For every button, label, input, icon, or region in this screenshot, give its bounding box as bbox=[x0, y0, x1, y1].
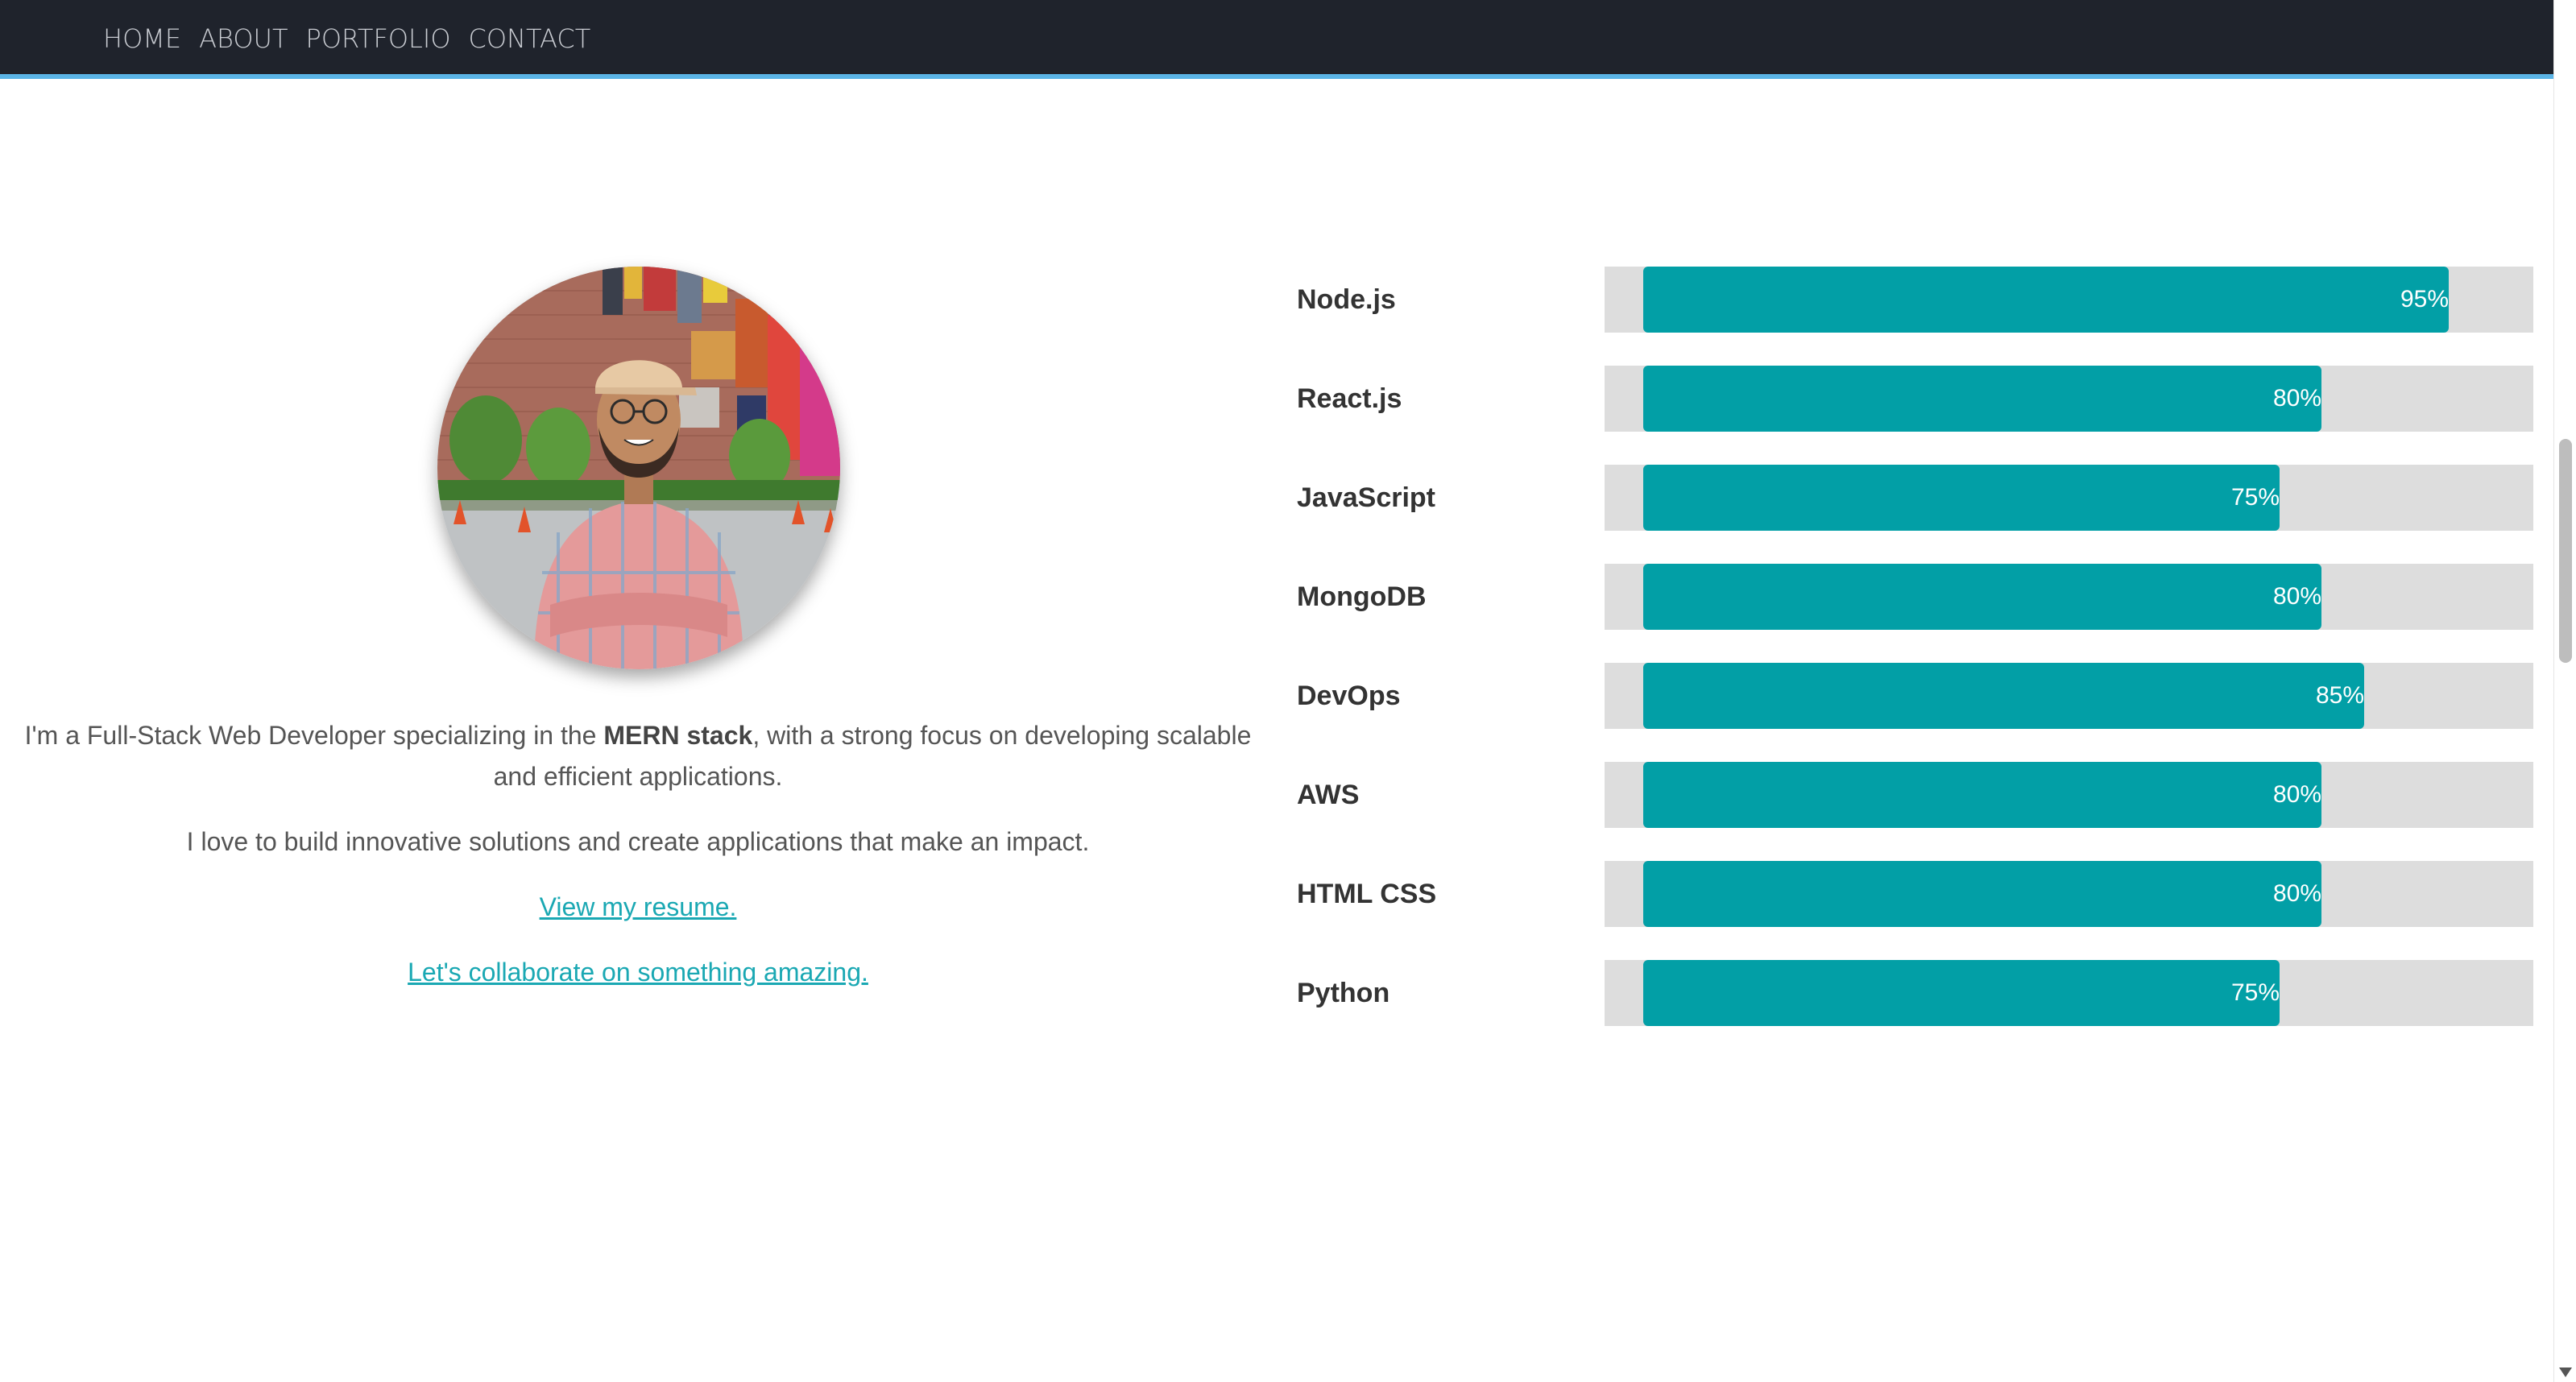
skill-row: Node.js 95% bbox=[1297, 267, 2533, 333]
page: HOME ABOUT PORTFOLIO CONTACT I'm a Full-… bbox=[0, 0, 2576, 1382]
nav-about[interactable]: ABOUT bbox=[199, 21, 288, 56]
skill-bar-fill: 75% bbox=[1643, 465, 2280, 531]
skill-name: JavaScript bbox=[1297, 482, 1435, 513]
about-intro: I'm a Full-Stack Web Developer specializ… bbox=[0, 715, 1276, 797]
top-navbar: HOME ABOUT PORTFOLIO CONTACT bbox=[0, 0, 2553, 79]
skill-name: MongoDB bbox=[1297, 581, 1427, 612]
skill-bar-fill: 75% bbox=[1643, 960, 2280, 1026]
profile-photo bbox=[437, 267, 840, 669]
collaborate-link[interactable]: Let's collaborate on something amazing. bbox=[408, 958, 868, 987]
skill-bar-track: 80% bbox=[1605, 762, 2533, 828]
skill-bar-track: 80% bbox=[1605, 564, 2533, 630]
skill-percent: 85% bbox=[2315, 682, 2364, 709]
about-intro-start: I'm a Full-Stack Web Developer specializ… bbox=[24, 721, 604, 750]
skill-percent: 75% bbox=[2230, 484, 2280, 511]
skill-bar-fill: 80% bbox=[1643, 762, 2321, 828]
page-scrollbar[interactable] bbox=[2553, 0, 2576, 1382]
skill-bar-track: 80% bbox=[1605, 366, 2533, 432]
skill-percent: 75% bbox=[2230, 979, 2280, 1006]
scroll-down-arrow-icon[interactable] bbox=[2559, 1368, 2572, 1377]
skill-row: JavaScript 75% bbox=[1297, 465, 2533, 531]
skill-percent: 95% bbox=[2400, 286, 2449, 312]
skill-row: MongoDB 80% bbox=[1297, 564, 2533, 630]
skill-name: DevOps bbox=[1297, 681, 1401, 711]
nav-portfolio[interactable]: PORTFOLIO bbox=[306, 21, 451, 56]
skill-percent: 80% bbox=[2272, 385, 2321, 412]
skill-bar-fill: 95% bbox=[1643, 267, 2449, 333]
about-mission: I love to build innovative solutions and… bbox=[186, 827, 1090, 856]
skill-name: React.js bbox=[1297, 383, 1402, 414]
skill-bar-track: 85% bbox=[1605, 663, 2533, 729]
nav-contact[interactable]: CONTACT bbox=[469, 21, 591, 56]
skill-name: Python bbox=[1297, 978, 1390, 1008]
main-nav: HOME ABOUT PORTFOLIO CONTACT bbox=[103, 21, 590, 56]
skill-row: DevOps 85% bbox=[1297, 663, 2533, 729]
skill-percent: 80% bbox=[2272, 880, 2321, 907]
nav-home[interactable]: HOME bbox=[103, 21, 181, 56]
skill-bar-track: 75% bbox=[1605, 465, 2533, 531]
skill-bar-fill: 85% bbox=[1643, 663, 2364, 729]
skill-bar-track: 80% bbox=[1605, 861, 2533, 927]
skill-row: HTML CSS 80% bbox=[1297, 861, 2533, 927]
skill-bar-track: 95% bbox=[1605, 267, 2533, 333]
skill-row: Python 75% bbox=[1297, 960, 2533, 1026]
skill-row: React.js 80% bbox=[1297, 366, 2533, 432]
skills-list: Node.js 95% React.js 80% JavaScript 75% bbox=[1297, 267, 2533, 1059]
skill-percent: 80% bbox=[2272, 583, 2321, 610]
skill-bar-fill: 80% bbox=[1643, 861, 2321, 927]
resume-link[interactable]: View my resume. bbox=[540, 892, 737, 921]
skill-name: AWS bbox=[1297, 780, 1360, 810]
skill-percent: 80% bbox=[2272, 781, 2321, 808]
skill-bar-fill: 80% bbox=[1643, 366, 2321, 432]
skill-bar-fill: 80% bbox=[1643, 564, 2321, 630]
skill-bar-track: 75% bbox=[1605, 960, 2533, 1026]
skill-row: AWS 80% bbox=[1297, 762, 2533, 828]
skill-name: HTML CSS bbox=[1297, 879, 1437, 909]
about-section: I'm a Full-Stack Web Developer specializ… bbox=[0, 715, 1276, 1017]
scrollbar-thumb[interactable] bbox=[2559, 439, 2572, 663]
mern-stack-highlight: MERN stack bbox=[603, 721, 753, 750]
skill-name: Node.js bbox=[1297, 284, 1396, 315]
